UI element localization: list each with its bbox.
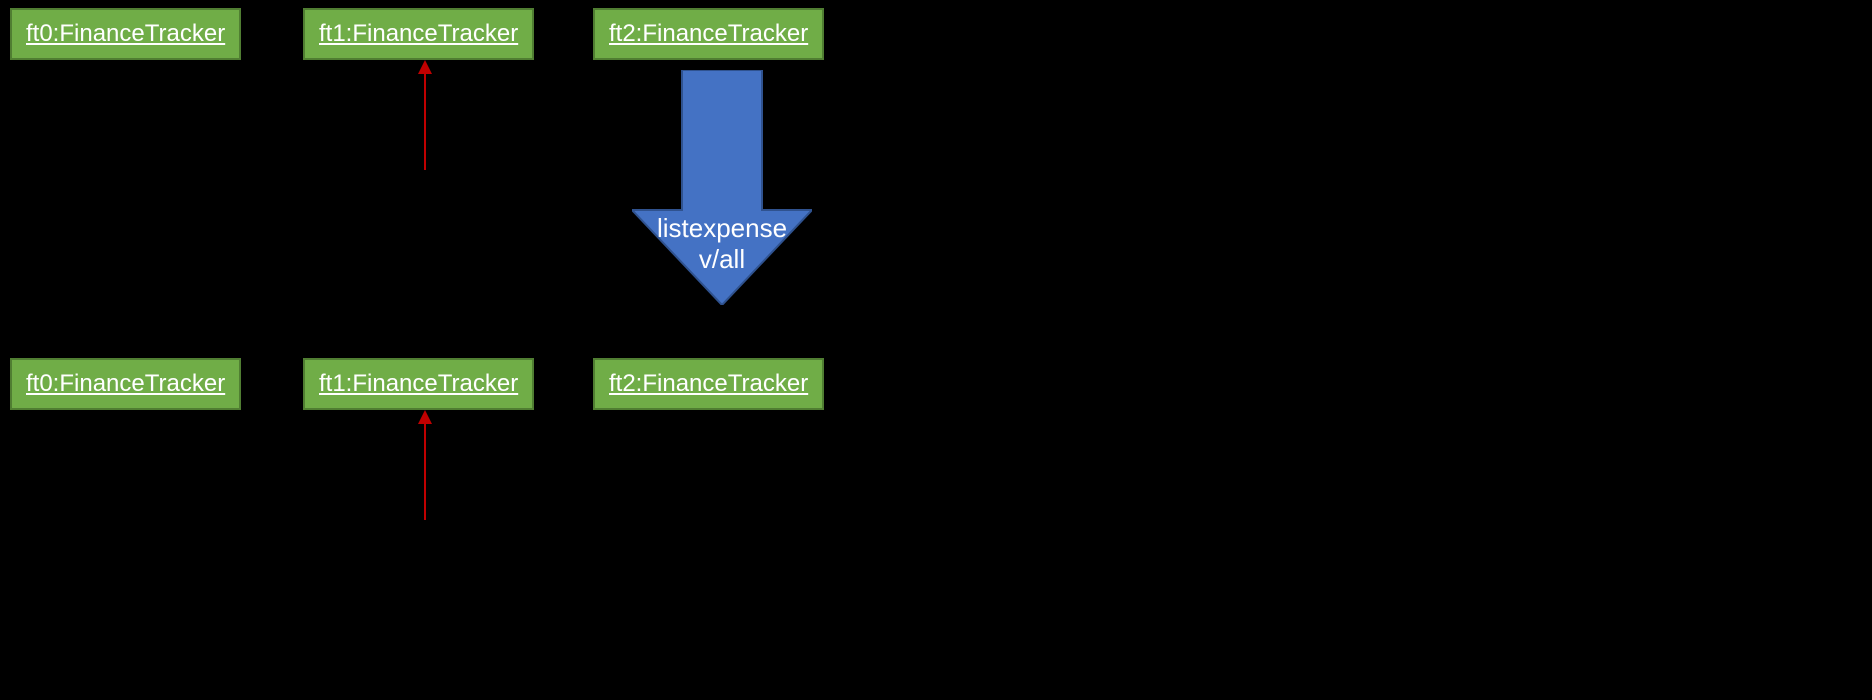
pointer-arrow-top <box>418 60 432 170</box>
object-ft0-bottom: ft0:FinanceTracker <box>10 358 241 410</box>
transition-label: listexpense v/all <box>602 213 842 275</box>
object-ft1-bottom: ft1:FinanceTracker <box>303 358 534 410</box>
object-ft2-bottom: ft2:FinanceTracker <box>593 358 824 410</box>
pointer-arrow-bottom <box>418 410 432 520</box>
transition-arrow <box>632 70 812 312</box>
object-ft0-top: ft0:FinanceTracker <box>10 8 241 60</box>
object-ft2-top: ft2:FinanceTracker <box>593 8 824 60</box>
object-ft1-top: ft1:FinanceTracker <box>303 8 534 60</box>
transition-label-line2: v/all <box>602 244 842 275</box>
transition-label-line1: listexpense <box>602 213 842 244</box>
